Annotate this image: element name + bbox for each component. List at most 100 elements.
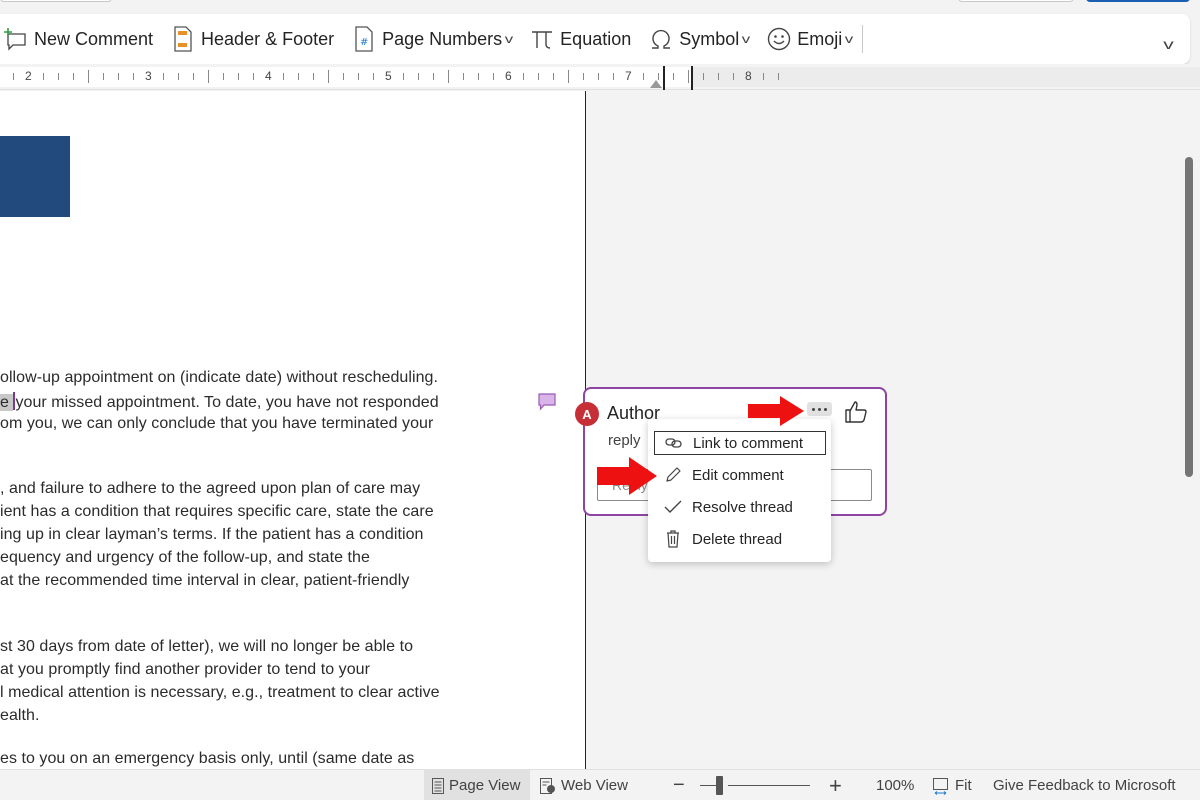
ruler-tick [643, 73, 644, 80]
right-indent-marker[interactable] [650, 80, 662, 88]
document-text-line[interactable]: l medical attention is necessary, e.g., … [0, 684, 440, 702]
document-text-line[interactable]: ient has a condition that requires speci… [0, 503, 434, 521]
menu-item-edit-comment[interactable]: Edit comment [654, 463, 826, 487]
checkmark-icon [662, 497, 684, 517]
document-text-line[interactable]: om you, we can only conclude that you ha… [0, 415, 433, 433]
new-comment-button[interactable]: New Comment [4, 21, 153, 57]
ruler-tick [688, 70, 689, 83]
ruler-tick [328, 70, 329, 83]
equation-label: Equation [560, 28, 632, 49]
page-numbers-button[interactable]: # Page Numbers v [352, 21, 514, 57]
page-numbers-icon: # [352, 26, 376, 52]
zoom-slider-thumb[interactable] [716, 776, 723, 795]
chevron-down-icon: v [504, 32, 514, 46]
ruler-tick [478, 73, 479, 80]
ruler-number: 4 [265, 69, 272, 83]
zoom-slider-track[interactable] [728, 785, 810, 786]
web-view-icon [540, 777, 556, 794]
document-text-line[interactable]: ealth. [0, 707, 39, 725]
like-thumbs-up-icon[interactable] [843, 399, 869, 425]
ruler-tick [223, 73, 224, 80]
symbol-label: Symbol [679, 28, 740, 49]
ruler-tick [343, 73, 344, 80]
ruler-tick [283, 73, 284, 80]
ruler-tick [733, 73, 734, 80]
pencil-icon [662, 465, 684, 485]
zoom-level[interactable]: 100% [876, 770, 914, 800]
trash-icon [662, 529, 684, 549]
vertical-scrollbar[interactable] [1185, 157, 1193, 477]
document-text-line[interactable]: es to you on an emergency basis only, un… [0, 750, 414, 768]
title-strip [0, 0, 1200, 14]
ruler-number: 5 [385, 69, 392, 83]
header-footer-label: Header & Footer [201, 28, 335, 49]
ruler-number: 6 [505, 69, 512, 83]
menu-item-delete-thread[interactable]: Delete thread [654, 527, 826, 551]
red-arrow-annotation-icon [597, 457, 657, 495]
top-left-button[interactable] [0, 0, 112, 2]
ruler-number: 2 [25, 69, 32, 83]
ruler-tick [13, 73, 14, 80]
document-text-line[interactable]: , and failure to adhere to the agreed up… [0, 480, 420, 498]
ruler-tick [403, 73, 404, 80]
document-text-line[interactable]: st 30 days from date of letter), we will… [0, 638, 413, 656]
page-view-button[interactable]: Page View [424, 770, 531, 800]
zoom-in-button[interactable]: + [829, 770, 842, 800]
link-icon [663, 433, 685, 453]
ruler-tick [133, 73, 134, 80]
ruler-tick [253, 73, 254, 80]
svg-text:#: # [360, 37, 368, 48]
document-text-line[interactable]: at the recommended time interval in clea… [0, 572, 409, 590]
equation-button[interactable]: Equation [530, 21, 631, 57]
dot-icon [824, 407, 827, 411]
insert-ribbon: New Comment Header & Footer # Page Numbe… [0, 14, 1190, 64]
document-text-line[interactable]: equency and urgency of the follow-up, an… [0, 549, 370, 567]
ruler-tick [658, 73, 659, 80]
menu-item-resolve-thread[interactable]: Resolve thread [654, 495, 826, 519]
right-margin-line[interactable] [691, 66, 693, 90]
fit-icon [932, 777, 950, 795]
comment-marker-icon[interactable] [538, 393, 556, 411]
emoji-label: Emoji [797, 28, 843, 49]
menu-item-label: Resolve thread [692, 498, 793, 516]
document-text-line[interactable]: at you promptly find another provider to… [0, 661, 370, 679]
dot-icon [812, 407, 815, 411]
header-footer-button[interactable]: Header & Footer [171, 21, 334, 57]
comment-context-menu: Link to comment Edit comment Resolve thr… [648, 419, 831, 562]
ruler-tick [538, 73, 539, 80]
fit-label: Fit [955, 777, 972, 794]
zoom-out-button[interactable]: − [673, 770, 685, 800]
document-text-line[interactable]: ollow-up appointment on (indicate date) … [0, 369, 438, 387]
pi-icon [530, 26, 554, 52]
fit-button[interactable]: Fit [932, 770, 972, 800]
more-actions-button[interactable] [807, 402, 832, 416]
horizontal-ruler[interactable]: 2 3 4 5 6 7 8 [0, 64, 1200, 90]
web-view-button[interactable]: Web View [540, 770, 628, 800]
commented-text-highlight[interactable]: e [0, 394, 14, 411]
ruler-tick [763, 73, 764, 80]
ruler-tick [88, 70, 89, 83]
menu-item-link-to-comment[interactable]: Link to comment [654, 431, 826, 455]
status-bar: Page View Web View − + 100% Fit Give Fee… [0, 769, 1200, 800]
ruler-tick [43, 73, 44, 80]
web-view-label: Web View [561, 777, 628, 794]
ruler-tick [238, 73, 239, 80]
ruler-tick [313, 73, 314, 80]
document-text-line[interactable]: e your missed appointment. To date, you … [0, 392, 439, 412]
document-page[interactable]: ollow-up appointment on (indicate date) … [0, 91, 586, 769]
give-feedback-link[interactable]: Give Feedback to Microsoft [993, 770, 1176, 800]
ruler-tick [583, 73, 584, 80]
ruler-tick [58, 73, 59, 80]
document-text-line[interactable]: ing up in clear layman’s terms. If the p… [0, 526, 423, 544]
right-indent-line[interactable] [663, 66, 665, 90]
top-primary-button[interactable] [1086, 0, 1190, 2]
emoji-button[interactable]: Emoji v [767, 21, 853, 57]
ruler-tick [448, 70, 449, 83]
symbol-button[interactable]: Symbol v [649, 21, 750, 57]
ruler-tick [163, 73, 164, 80]
dot-icon [818, 407, 821, 411]
ribbon-expand-chevron-icon[interactable]: v [1163, 36, 1174, 52]
top-secondary-button[interactable] [958, 0, 1074, 2]
header-footer-icon [171, 26, 195, 52]
ruler-tick [193, 73, 194, 80]
